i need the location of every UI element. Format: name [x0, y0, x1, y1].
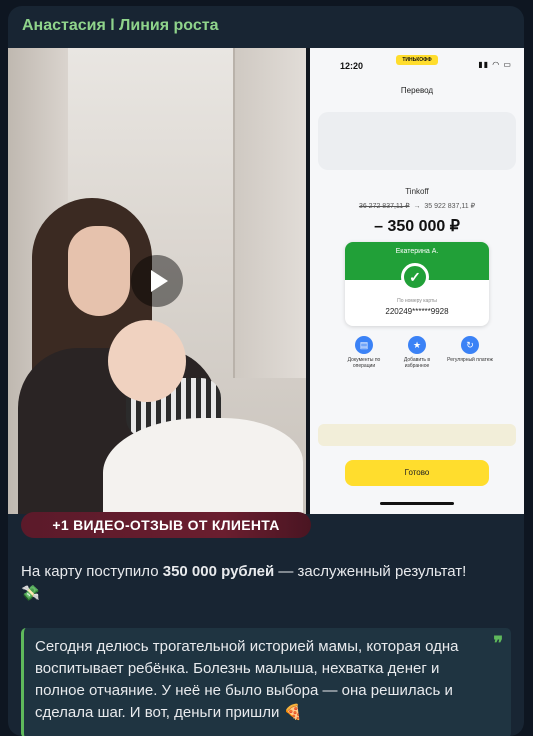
bank-screenshot[interactable]: 12:20 ТИНЬКОФФ ▮▮ ◠ ▭ Перевод Tinkoff 36… [310, 48, 524, 514]
favorite-action: ★ Добавить в избранное [391, 336, 443, 369]
recipient-name: Екатерина А. [395, 248, 439, 255]
quote-text: Сегодня делюсь трогательной историей мам… [35, 636, 475, 724]
video-baby-head [108, 320, 186, 402]
recipient-card: Екатерина А. ✓ По номеру карты 220249***… [345, 242, 489, 326]
bank-name: Tinkoff [405, 187, 429, 196]
money-emoji: 💸 [21, 585, 40, 602]
action-row: ▤ Документы по операции ★ Добавить в изб… [338, 336, 496, 376]
video-woman-face [68, 226, 130, 316]
check-icon: ✓ [401, 263, 429, 291]
review-badge: +1 ВИДЕО-ОТЗЫВ ОТ КЛИЕНТА [21, 512, 311, 538]
quote-body: Сегодня делюсь трогательной историей мам… [35, 638, 459, 721]
repeat-icon: ↻ [461, 336, 479, 354]
message-text-before: На карту поступило [21, 563, 163, 580]
message-text-after: — заслуженный результат! [274, 563, 467, 580]
message-amount: 350 000 рублей [162, 563, 275, 580]
video-door [233, 48, 306, 378]
play-icon[interactable] [131, 255, 183, 307]
regular-payment-action: ↻ Регулярный платеж [444, 336, 496, 363]
media-album[interactable]: 12:20 ТИНЬКОФФ ▮▮ ◠ ▭ Перевод Tinkoff 36… [8, 48, 524, 514]
message-text: На карту поступило 350 000 рублей — засл… [21, 561, 471, 605]
quote-icon: ❞ [493, 633, 503, 653]
phone-time: 12:20 [340, 61, 364, 71]
pizza-emoji: 🍕 [283, 704, 303, 721]
blockquote: Сегодня делюсь трогательной историей мам… [21, 628, 511, 736]
document-icon: ▤ [355, 336, 373, 354]
card-number: 220249******9928 [385, 307, 449, 316]
regular-payment-label: Регулярный платеж [447, 357, 493, 363]
documents-action: ▤ Документы по операции [338, 336, 390, 369]
home-indicator [380, 502, 454, 505]
balance-after: 35 922 837,11 ₽ [424, 203, 476, 210]
balance-before: 36 272 837,11 ₽ [358, 203, 410, 210]
blurred-area [318, 112, 516, 170]
documents-label: Документы по операции [347, 357, 381, 369]
message-bubble: Анастасия l Линия роста 12:20 ТИНЬКОФФ ▮… [8, 6, 524, 736]
sender-name[interactable]: Анастасия l Линия роста [22, 17, 218, 35]
blurred-area-2 [318, 424, 516, 446]
balance-change: 36 272 837,11 ₽ → 35 922 837,11 ₽ [310, 202, 524, 210]
star-icon: ★ [408, 336, 426, 354]
status-icons: ▮▮ ◠ ▭ [478, 60, 512, 69]
favorite-label: Добавить в избранное [403, 357, 431, 369]
done-button: Готово [345, 460, 489, 486]
bank-logo: ТИНЬКОФФ [396, 55, 438, 65]
video-preview[interactable] [8, 48, 306, 514]
transfer-amount: – 350 000 ₽ [374, 218, 460, 235]
arrow-icon: → [413, 203, 421, 210]
transfer-title: Перевод [400, 86, 434, 95]
card-label: По номеру карты [397, 298, 437, 304]
video-blanket [103, 418, 303, 514]
